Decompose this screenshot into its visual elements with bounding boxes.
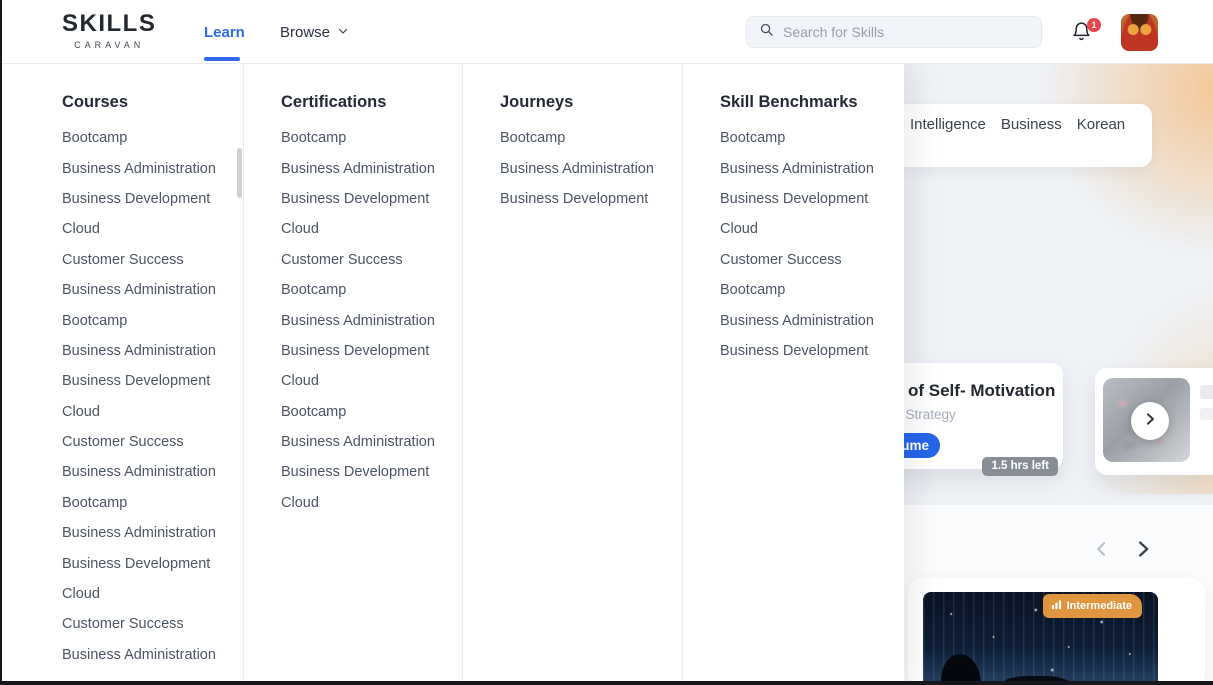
app-window: Intelligence Business Korean of Self- Mo…	[0, 0, 1213, 685]
menu-item[interactable]: Business Administration	[281, 153, 462, 183]
notification-count-badge: 1	[1087, 18, 1101, 32]
browse-label: Browse	[280, 24, 331, 41]
next-course-card[interactable]	[1095, 368, 1213, 475]
courses-scrollbar[interactable]	[237, 148, 242, 198]
menu-item[interactable]: Customer Success	[720, 245, 904, 275]
course-cover-image: Intermediate	[923, 592, 1158, 685]
menu-item[interactable]: Bootcamp	[720, 123, 904, 153]
menu-header-skill-benchmarks[interactable]: Skill Benchmarks	[720, 92, 904, 112]
course-subtitle: s Strategy	[895, 407, 956, 422]
menu-item[interactable]: Business Development	[720, 184, 904, 214]
journeys-list: Bootcamp Business Administration Busines…	[500, 123, 682, 214]
menu-item[interactable]: Bootcamp	[500, 123, 682, 153]
level-badge: Intermediate	[1042, 594, 1142, 618]
carousel-prev-button[interactable]	[1092, 539, 1112, 559]
menu-item[interactable]: Bootcamp	[62, 305, 243, 335]
menu-item[interactable]: Cloud	[281, 366, 462, 396]
tag-intelligence[interactable]: Intelligence	[910, 116, 986, 133]
menu-item[interactable]: Bootcamp	[62, 488, 243, 518]
menu-item[interactable]: Business Development	[62, 184, 243, 214]
menu-item[interactable]: Business Development	[62, 366, 243, 396]
menu-header-journeys[interactable]: Journeys	[500, 92, 682, 112]
menu-item[interactable]: Bootcamp	[281, 275, 462, 305]
carousel-next-button[interactable]	[1132, 538, 1154, 560]
menu-item[interactable]: Customer Success	[62, 609, 243, 639]
menu-item[interactable]: Bootcamp	[281, 123, 462, 153]
certifications-list: Bootcamp Business Administration Busines…	[281, 123, 462, 518]
nav-tab-learn[interactable]: Learn	[204, 24, 245, 41]
menu-item[interactable]: Business Administration	[500, 153, 682, 183]
menu-item[interactable]: Business Development	[500, 184, 682, 214]
chevron-right-icon	[1132, 541, 1154, 564]
menu-header-courses[interactable]: Courses	[62, 92, 243, 112]
menu-item[interactable]: Business Administration	[62, 640, 243, 670]
learn-mega-menu: Courses Bootcamp Business Administration…	[0, 64, 904, 685]
search-input[interactable]	[783, 24, 1029, 40]
chevron-down-icon	[337, 24, 349, 41]
chevron-right-icon	[1142, 411, 1158, 432]
clipped-card-fragment	[1200, 408, 1213, 420]
active-tab-indicator	[204, 57, 240, 61]
menu-item[interactable]: Business Development	[281, 184, 462, 214]
user-avatar[interactable]	[1121, 14, 1158, 51]
menu-item[interactable]: Cloud	[720, 214, 904, 244]
search-bar[interactable]	[746, 16, 1042, 48]
menu-item[interactable]: Cloud	[62, 579, 243, 609]
menu-item[interactable]: Cloud	[281, 214, 462, 244]
menu-item[interactable]: Business Administration	[720, 153, 904, 183]
menu-item[interactable]: Business Development	[281, 457, 462, 487]
menu-item[interactable]: Cloud	[62, 214, 243, 244]
recommended-course-card[interactable]: Intermediate	[908, 578, 1205, 685]
search-icon	[759, 22, 774, 42]
menu-item[interactable]: Business Administration	[720, 305, 904, 335]
menu-item[interactable]: Cloud	[281, 488, 462, 518]
notifications-button[interactable]: 1	[1071, 18, 1101, 46]
menu-item[interactable]: Customer Success	[62, 245, 243, 275]
menu-column-certifications: Certifications Bootcamp Business Adminis…	[244, 64, 463, 685]
nav-tab-browse[interactable]: Browse	[280, 24, 349, 41]
bell-icon	[1071, 22, 1092, 46]
window-left-edge	[0, 0, 2, 685]
skill-tag-row: Intelligence Business Korean	[910, 116, 1125, 133]
menu-item[interactable]: Bootcamp	[720, 275, 904, 305]
top-navigation-bar: SKILLS CARAVAN Learn Browse 1	[0, 0, 1213, 64]
menu-item[interactable]: Bootcamp	[281, 397, 462, 427]
tag-business[interactable]: Business	[1001, 116, 1062, 133]
menu-item[interactable]: Business Administration	[62, 457, 243, 487]
menu-item[interactable]: Business Development	[281, 336, 462, 366]
menu-item[interactable]: Business Development	[62, 548, 243, 578]
courses-list: Bootcamp Business Administration Busines…	[62, 123, 243, 670]
menu-column-courses: Courses Bootcamp Business Administration…	[0, 64, 244, 685]
bar-chart-icon	[1051, 599, 1062, 613]
menu-item[interactable]: Business Development	[720, 336, 904, 366]
menu-item[interactable]: Business Administration	[62, 275, 243, 305]
logo-title: SKILLS	[62, 10, 157, 37]
chevron-left-icon	[1092, 542, 1112, 563]
menu-item[interactable]: Business Administration	[281, 305, 462, 335]
menu-header-certifications[interactable]: Certifications	[281, 92, 462, 112]
skills-caravan-logo[interactable]: SKILLS CARAVAN	[62, 10, 157, 51]
clipped-card-fragment	[1200, 385, 1213, 399]
menu-item[interactable]: Customer Success	[281, 245, 462, 275]
tag-korean[interactable]: Korean	[1077, 116, 1125, 133]
menu-item[interactable]: Business Administration	[62, 153, 243, 183]
level-badge-label: Intermediate	[1066, 600, 1132, 612]
menu-item[interactable]: Business Administration	[62, 518, 243, 548]
course-title: of Self- Motivation	[908, 381, 1056, 400]
time-left-badge: 1.5 hrs left	[982, 457, 1058, 476]
skill-benchmarks-list: Bootcamp Business Administration Busines…	[720, 123, 904, 366]
window-bottom-edge	[0, 681, 1213, 685]
menu-item[interactable]: Business Administration	[62, 336, 243, 366]
menu-column-skill-benchmarks: Skill Benchmarks Bootcamp Business Admin…	[683, 64, 904, 685]
menu-column-journeys: Journeys Bootcamp Business Administratio…	[463, 64, 683, 685]
logo-subtitle: CARAVAN	[74, 40, 145, 50]
menu-item[interactable]: Bootcamp	[62, 123, 243, 153]
menu-item[interactable]: Business Administration	[281, 427, 462, 457]
menu-item[interactable]: Cloud	[62, 397, 243, 427]
card-next-button[interactable]	[1131, 402, 1169, 440]
skill-tags-card: Intelligence Business Korean	[870, 104, 1152, 167]
menu-item[interactable]: Customer Success	[62, 427, 243, 457]
